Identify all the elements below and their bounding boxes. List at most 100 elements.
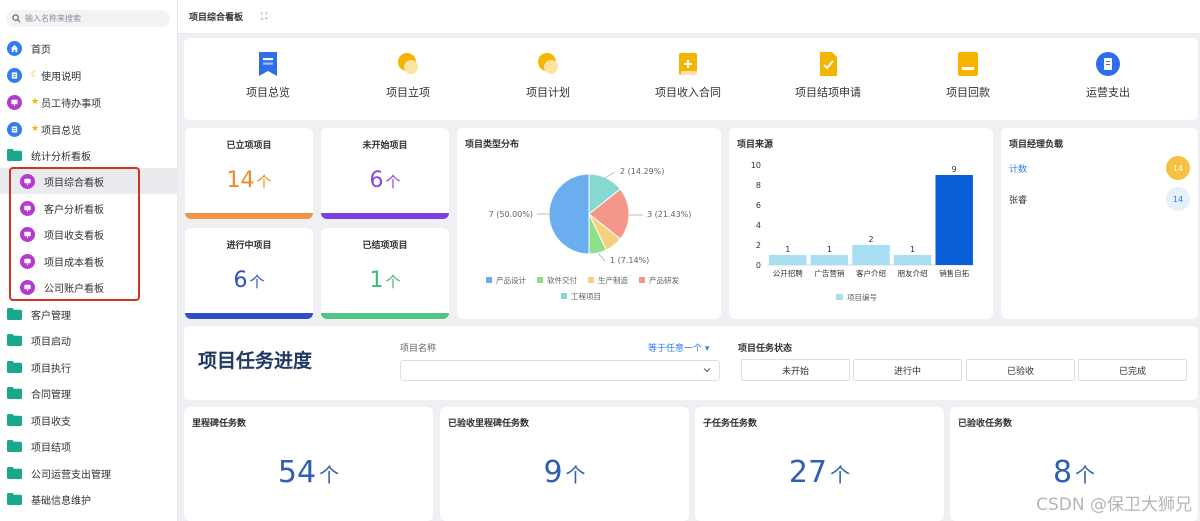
nav-revenue-board[interactable]: 项目收支看板 [0, 221, 178, 247]
stat-label: 已立项项目 [226, 141, 272, 151]
stat-not-started: 未开始项目 6个 [321, 128, 449, 219]
contract-icon [679, 53, 697, 75]
quick-link-income-contract[interactable]: 项目收入合同 [618, 38, 758, 120]
y-tick-label: 2 [756, 241, 761, 250]
y-tick-label: 10 [751, 161, 761, 170]
legend-swatch [836, 294, 843, 300]
chevron-down-icon [703, 368, 711, 373]
legend-swatch [588, 277, 594, 283]
nav-project-finance[interactable]: 项目收支 [0, 407, 178, 433]
quick-link-project-overview[interactable]: 项目总览 [198, 38, 338, 120]
folder-icon [7, 440, 22, 452]
search-placeholder: 输入名称来搜索 [25, 14, 81, 23]
bar [852, 245, 890, 265]
document-icon [7, 67, 22, 83]
filter-operator[interactable]: 等于任意一个 ▾ [648, 341, 709, 354]
check-doc-icon [820, 52, 837, 76]
nav-label: 项目综合看板 [44, 177, 104, 189]
stat-value: 6个 [185, 268, 313, 293]
nav-account-board[interactable]: 公司账户看板 [0, 274, 178, 300]
nav-customer-analysis[interactable]: 客户分析看板 [0, 195, 178, 221]
nav-label: 项目结项 [31, 442, 71, 454]
stat-value: 6个 [321, 168, 449, 193]
nav-project-close[interactable]: 项目结项 [0, 433, 178, 459]
home-icon [7, 40, 22, 56]
nav-stats-boards[interactable]: 统计分析看板 [0, 142, 178, 168]
status-accepted-button[interactable]: 已验收 [966, 359, 1075, 381]
search-input[interactable]: 输入名称来搜索 [6, 10, 170, 27]
y-tick-label: 0 [756, 261, 761, 270]
manager-row[interactable]: 张睿 14 [1009, 187, 1190, 211]
nav-label: 公司账户看板 [44, 283, 104, 295]
coin-icon [538, 53, 558, 74]
task-progress-panel: 项目任务进度 项目名称 等于任意一个 ▾ 项目任务状态 未开始 进行中 已验收 … [184, 326, 1198, 400]
x-tick-label: 广告营销 [814, 268, 844, 278]
stat-bar [185, 313, 313, 319]
bar [893, 255, 932, 265]
nav-opex-mgmt[interactable]: 公司运营支出管理 [0, 460, 178, 486]
manager-name: 张睿 [1009, 195, 1028, 206]
manager-title: 项目经理负载 [1009, 140, 1064, 150]
expand-icon[interactable]: ⛶ [261, 12, 267, 22]
nav-project-start[interactable]: 项目启动 [0, 327, 178, 353]
nav-label: 项目启动 [31, 336, 71, 348]
nav-usage-guide[interactable]: ☾ 使用说明 [0, 62, 178, 88]
nav-label: 公司运营支出管理 [31, 469, 111, 481]
status-not-started-button[interactable]: 未开始 [741, 359, 850, 381]
counter-value: 9个 [440, 455, 689, 490]
pie-data-label: 3 (21.43%) [647, 210, 691, 219]
stat-number: 6 [369, 168, 384, 193]
counter-unit: 个 [319, 463, 340, 487]
status-completed-button[interactable]: 已完成 [1078, 359, 1187, 381]
nav-customer-mgmt[interactable]: 客户管理 [0, 301, 178, 327]
stat-unit: 个 [385, 273, 401, 291]
y-tick-label: 8 [756, 181, 761, 190]
stat-label: 未开始项目 [362, 141, 408, 151]
pie-data-label: 7 (50.00%) [489, 210, 533, 219]
pie-data-label: 2 (14.29%) [620, 167, 664, 176]
nav-label: 客户管理 [31, 310, 71, 322]
nav-project-dashboard[interactable]: 项目综合看板 [0, 168, 178, 194]
quick-links: 项目总览 项目立项 项目计划 项目收入合同 项目结项申请 项目回款 运营支出 [184, 38, 1198, 120]
board-icon [20, 253, 35, 269]
nav-label: 合同管理 [31, 389, 71, 401]
bar-card: 项目来源 0 2 4 6 8 10 1 公开招聘 1 广告营销 2 客户介绍 1 朋友介绍 9 销售自拓 项目编… [729, 128, 993, 319]
pie-slice [548, 173, 590, 255]
bar [935, 175, 973, 265]
board-icon [7, 94, 22, 110]
pie-leader-line [604, 171, 616, 179]
stat-number: 14 [226, 168, 255, 193]
nav-project-exec[interactable]: 项目执行 [0, 354, 178, 380]
nav-contract-mgmt[interactable]: 合同管理 [0, 380, 178, 406]
nav-base-info[interactable]: 基础信息维护 [0, 486, 178, 512]
manager-row[interactable]: 计数 14 [1009, 156, 1190, 180]
counter-label: 里程碑任务数 [192, 419, 247, 429]
quick-link-label: 项目回款 [946, 86, 990, 99]
quick-link-opex[interactable]: 运营支出 [1038, 38, 1178, 120]
quick-link-closing-request[interactable]: 项目结项申请 [758, 38, 898, 120]
folder-icon [7, 493, 22, 505]
quick-link-label: 项目收入合同 [655, 86, 721, 99]
quick-link-project-plan[interactable]: 项目计划 [478, 38, 618, 120]
stat-value: 1个 [321, 268, 449, 293]
task-progress-title: 项目任务进度 [198, 350, 313, 372]
quick-link-label: 运营支出 [1086, 86, 1130, 99]
status-in-progress-button[interactable]: 进行中 [853, 359, 962, 381]
x-tick-label: 公开招聘 [773, 268, 803, 278]
nav-cost-board[interactable]: 项目成本看板 [0, 248, 178, 274]
counter-number: 9 [543, 455, 563, 490]
quick-link-label: 项目总览 [246, 86, 290, 99]
quick-link-project-setup[interactable]: 项目立项 [338, 38, 478, 120]
nav-label: 项目总览 [41, 125, 82, 137]
nav-project-overview[interactable]: ★ 项目总览 [0, 116, 178, 142]
board-icon [20, 226, 35, 242]
quick-link-payment[interactable]: 项目回款 [898, 38, 1038, 120]
document-icon [7, 121, 22, 137]
nav-home[interactable]: 首页 [0, 35, 178, 61]
project-name-select[interactable] [400, 360, 720, 381]
stat-in-progress: 进行中项目 6个 [185, 228, 313, 319]
nav-employee-todo[interactable]: ★ 员工待办事项 [0, 89, 178, 115]
manager-card: 项目经理负载 计数 14 张睿 14 [1001, 128, 1198, 319]
y-tick-label: 6 [756, 201, 761, 210]
stat-bar [185, 213, 313, 219]
